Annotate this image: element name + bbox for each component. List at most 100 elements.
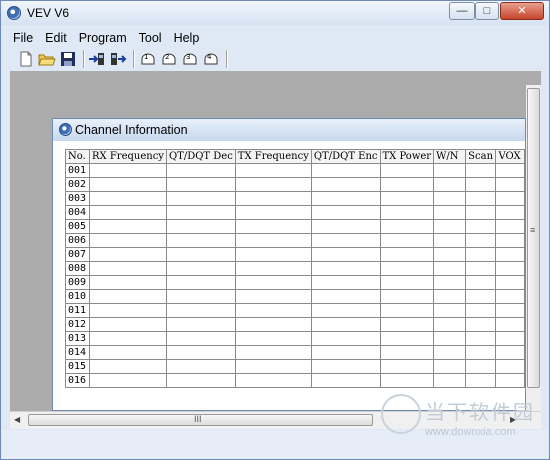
table-row[interactable]: 003 [64, 191, 525, 206]
table-cell[interactable] [495, 359, 525, 374]
open-folder-icon[interactable] [38, 50, 56, 68]
table-cell[interactable] [379, 177, 435, 192]
table-cell[interactable] [89, 345, 167, 360]
row-number[interactable]: 013 [64, 331, 91, 346]
menu-file[interactable]: File [7, 28, 39, 45]
table-cell[interactable] [379, 163, 435, 178]
table-cell[interactable] [379, 247, 435, 262]
table-cell[interactable] [433, 345, 467, 360]
table-cell[interactable] [310, 317, 381, 332]
table-cell[interactable] [379, 289, 435, 304]
table-cell[interactable] [89, 219, 167, 234]
row-number[interactable]: 015 [64, 359, 91, 374]
menu-help[interactable]: Help [168, 28, 206, 45]
table-cell[interactable] [234, 373, 312, 388]
table-cell[interactable] [495, 373, 525, 388]
menu-edit[interactable]: Edit [39, 28, 73, 45]
table-cell[interactable] [465, 177, 497, 192]
table-row[interactable]: 006 [64, 233, 525, 248]
table-cell[interactable] [234, 359, 312, 374]
table-cell[interactable] [495, 303, 525, 318]
row-number[interactable]: 016 [64, 373, 91, 388]
table-cell[interactable] [379, 261, 435, 276]
table-row[interactable]: 008 [64, 261, 525, 276]
column-header[interactable]: W/N [433, 149, 467, 164]
table-cell[interactable] [310, 233, 381, 248]
table-cell[interactable] [465, 373, 497, 388]
table-cell[interactable] [165, 261, 236, 276]
table-cell[interactable] [433, 331, 467, 346]
table-cell[interactable] [165, 205, 236, 220]
table-cell[interactable] [379, 359, 435, 374]
column-header[interactable]: Scan [465, 149, 497, 164]
table-cell[interactable] [310, 219, 381, 234]
table-cell[interactable] [379, 233, 435, 248]
table-cell[interactable] [495, 219, 525, 234]
minimize-button[interactable]: — [449, 2, 475, 20]
vertical-scroll-thumb[interactable]: ≡ [527, 88, 540, 388]
menu-program[interactable]: Program [73, 28, 133, 45]
table-cell[interactable] [89, 359, 167, 374]
new-file-icon[interactable] [17, 50, 35, 68]
table-cell[interactable] [234, 233, 312, 248]
table-cell[interactable] [433, 261, 467, 276]
table-cell[interactable] [310, 191, 381, 206]
table-cell[interactable] [165, 177, 236, 192]
table-cell[interactable] [89, 289, 167, 304]
column-header[interactable]: RX Frequency [89, 149, 167, 164]
table-cell[interactable] [465, 303, 497, 318]
hand-tool-3-icon[interactable]: 3 [181, 50, 199, 68]
hand-tool-1-icon[interactable]: 1 [139, 50, 157, 68]
table-cell[interactable] [379, 303, 435, 318]
table-cell[interactable] [234, 345, 312, 360]
table-cell[interactable] [495, 247, 525, 262]
table-cell[interactable] [89, 275, 167, 290]
table-row[interactable]: 011 [64, 303, 525, 318]
table-cell[interactable] [89, 177, 167, 192]
table-cell[interactable] [165, 247, 236, 262]
row-number[interactable]: 006 [64, 233, 91, 248]
table-cell[interactable] [310, 261, 381, 276]
menu-tool[interactable]: Tool [133, 28, 168, 45]
row-number[interactable]: 012 [64, 317, 91, 332]
table-cell[interactable] [495, 275, 525, 290]
maximize-button[interactable]: □ [475, 2, 499, 20]
table-cell[interactable] [433, 191, 467, 206]
table-cell[interactable] [89, 261, 167, 276]
vertical-scrollbar[interactable]: ≡ [526, 85, 541, 413]
table-cell[interactable] [234, 177, 312, 192]
row-number[interactable]: 007 [64, 247, 91, 262]
row-number[interactable]: 004 [64, 205, 91, 220]
table-cell[interactable] [165, 373, 236, 388]
table-cell[interactable] [465, 233, 497, 248]
table-cell[interactable] [465, 261, 497, 276]
table-cell[interactable] [310, 177, 381, 192]
table-cell[interactable] [495, 345, 525, 360]
table-cell[interactable] [433, 247, 467, 262]
table-row[interactable]: 014 [64, 345, 525, 360]
table-cell[interactable] [165, 345, 236, 360]
column-header[interactable]: TX Power [379, 149, 435, 164]
table-cell[interactable] [165, 233, 236, 248]
table-cell[interactable] [433, 289, 467, 304]
close-button[interactable]: ✕ [500, 2, 544, 20]
read-from-radio-icon[interactable] [88, 50, 106, 68]
table-cell[interactable] [465, 331, 497, 346]
table-row[interactable]: 004 [64, 205, 525, 220]
table-cell[interactable] [310, 303, 381, 318]
table-row[interactable]: 012 [64, 317, 525, 332]
table-cell[interactable] [379, 275, 435, 290]
table-cell[interactable] [433, 163, 467, 178]
table-cell[interactable] [465, 163, 497, 178]
table-row[interactable]: 013 [64, 331, 525, 346]
table-cell[interactable] [495, 317, 525, 332]
write-to-radio-icon[interactable] [109, 50, 127, 68]
table-cell[interactable] [465, 345, 497, 360]
table-cell[interactable] [89, 331, 167, 346]
table-cell[interactable] [433, 359, 467, 374]
table-cell[interactable] [495, 191, 525, 206]
table-cell[interactable] [465, 317, 497, 332]
table-cell[interactable] [433, 219, 467, 234]
table-cell[interactable] [234, 331, 312, 346]
table-cell[interactable] [234, 205, 312, 220]
